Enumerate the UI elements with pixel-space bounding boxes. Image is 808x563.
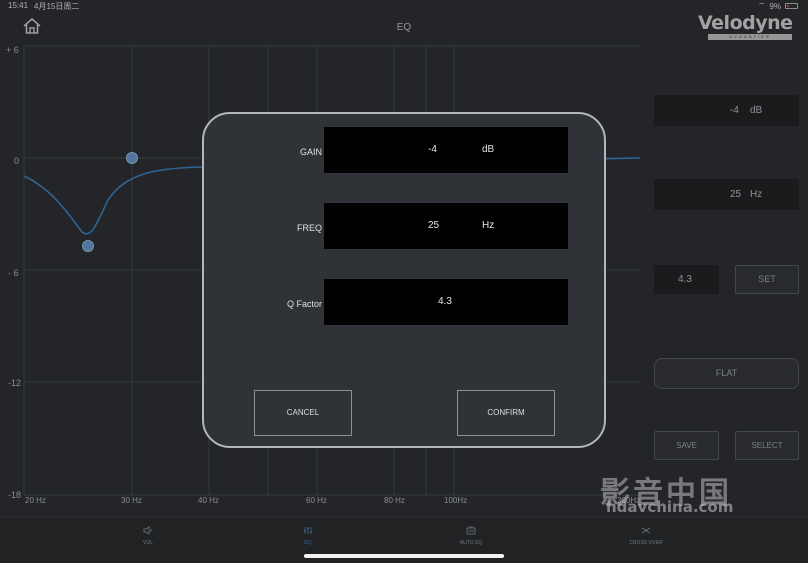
q-factor-field-value: 4.3 bbox=[438, 296, 452, 307]
freq-field[interactable]: 25 Hz bbox=[324, 203, 568, 249]
gain-field[interactable]: -4 dB bbox=[324, 127, 568, 173]
gain-field-unit: dB bbox=[482, 144, 495, 155]
freq-field-value: 25 bbox=[428, 220, 440, 231]
gain-label: GAIN bbox=[299, 147, 322, 157]
eq-edit-dialog: GAIN -4 dB FREQ 25 Hz Q Factor 4.3 CANCE… bbox=[202, 112, 606, 448]
freq-label: FREQ bbox=[296, 223, 322, 233]
q-factor-label: Q Factor bbox=[286, 299, 322, 309]
cancel-button[interactable]: CANCEL bbox=[254, 390, 352, 436]
home-indicator[interactable] bbox=[304, 554, 504, 558]
confirm-button[interactable]: CONFIRM bbox=[457, 390, 555, 436]
q-factor-field[interactable]: 4.3 bbox=[324, 279, 568, 325]
freq-field-unit: Hz bbox=[482, 220, 495, 231]
gain-field-value: -4 bbox=[428, 144, 437, 155]
